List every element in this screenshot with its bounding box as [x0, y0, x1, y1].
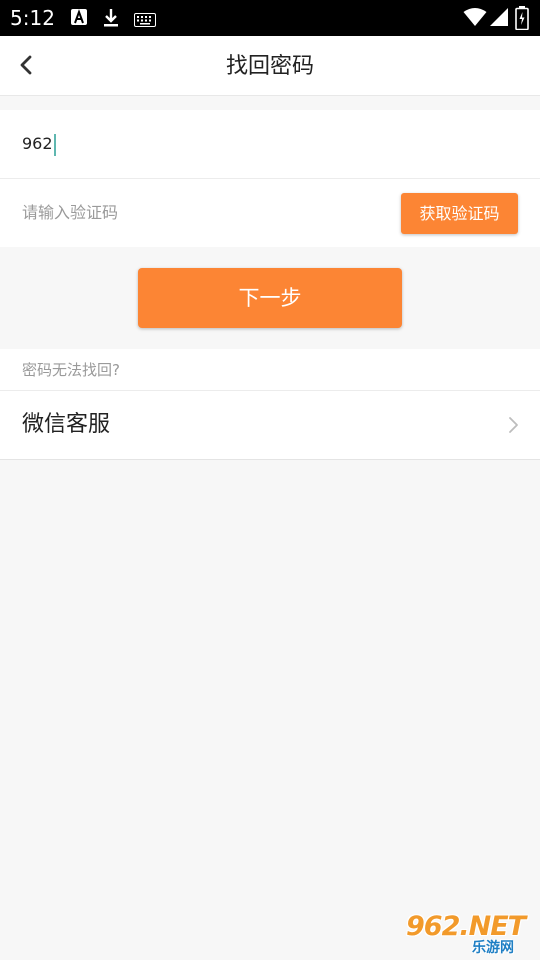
phone-input-value: 962: [22, 134, 53, 153]
get-code-button[interactable]: 获取验证码: [401, 193, 518, 234]
verification-code-input[interactable]: 请输入验证码: [22, 202, 118, 224]
watermark-sub: 乐游网: [472, 940, 514, 956]
keyboard-icon: [134, 12, 156, 31]
next-step-button[interactable]: 下一步: [138, 268, 402, 328]
battery-icon: [515, 6, 529, 34]
help-title: 密码无法找回?: [22, 361, 120, 379]
font-a-icon: [70, 8, 88, 32]
watermark-logo: 962.NET 乐游网: [400, 911, 534, 957]
wechat-service-item[interactable]: 微信客服: [0, 391, 540, 460]
help-section: 密码无法找回? 微信客服: [0, 349, 540, 460]
form-card: 962 请输入验证码 获取验证码: [0, 110, 540, 247]
code-field: 请输入验证码 获取验证码: [0, 179, 540, 247]
watermark-main: 962.NET: [406, 911, 526, 942]
phone-input[interactable]: 962: [22, 133, 56, 156]
page-title: 找回密码: [225, 54, 314, 79]
phone-field[interactable]: 962: [0, 110, 540, 179]
status-time: 5:12: [10, 6, 55, 30]
wechat-service-label: 微信客服: [22, 412, 111, 437]
text-caret: [53, 133, 56, 156]
wifi-icon: [463, 7, 487, 31]
status-bar: 5:12: [0, 0, 540, 36]
chevron-right-icon: [509, 417, 518, 433]
download-icon: [102, 8, 120, 32]
screen: 5:12 找回密码 962 请输入验证码 获取验证码 下一步 密码无法找回? 微…: [0, 0, 540, 960]
signal-icon: [489, 7, 509, 31]
app-header: 找回密码: [0, 36, 540, 96]
